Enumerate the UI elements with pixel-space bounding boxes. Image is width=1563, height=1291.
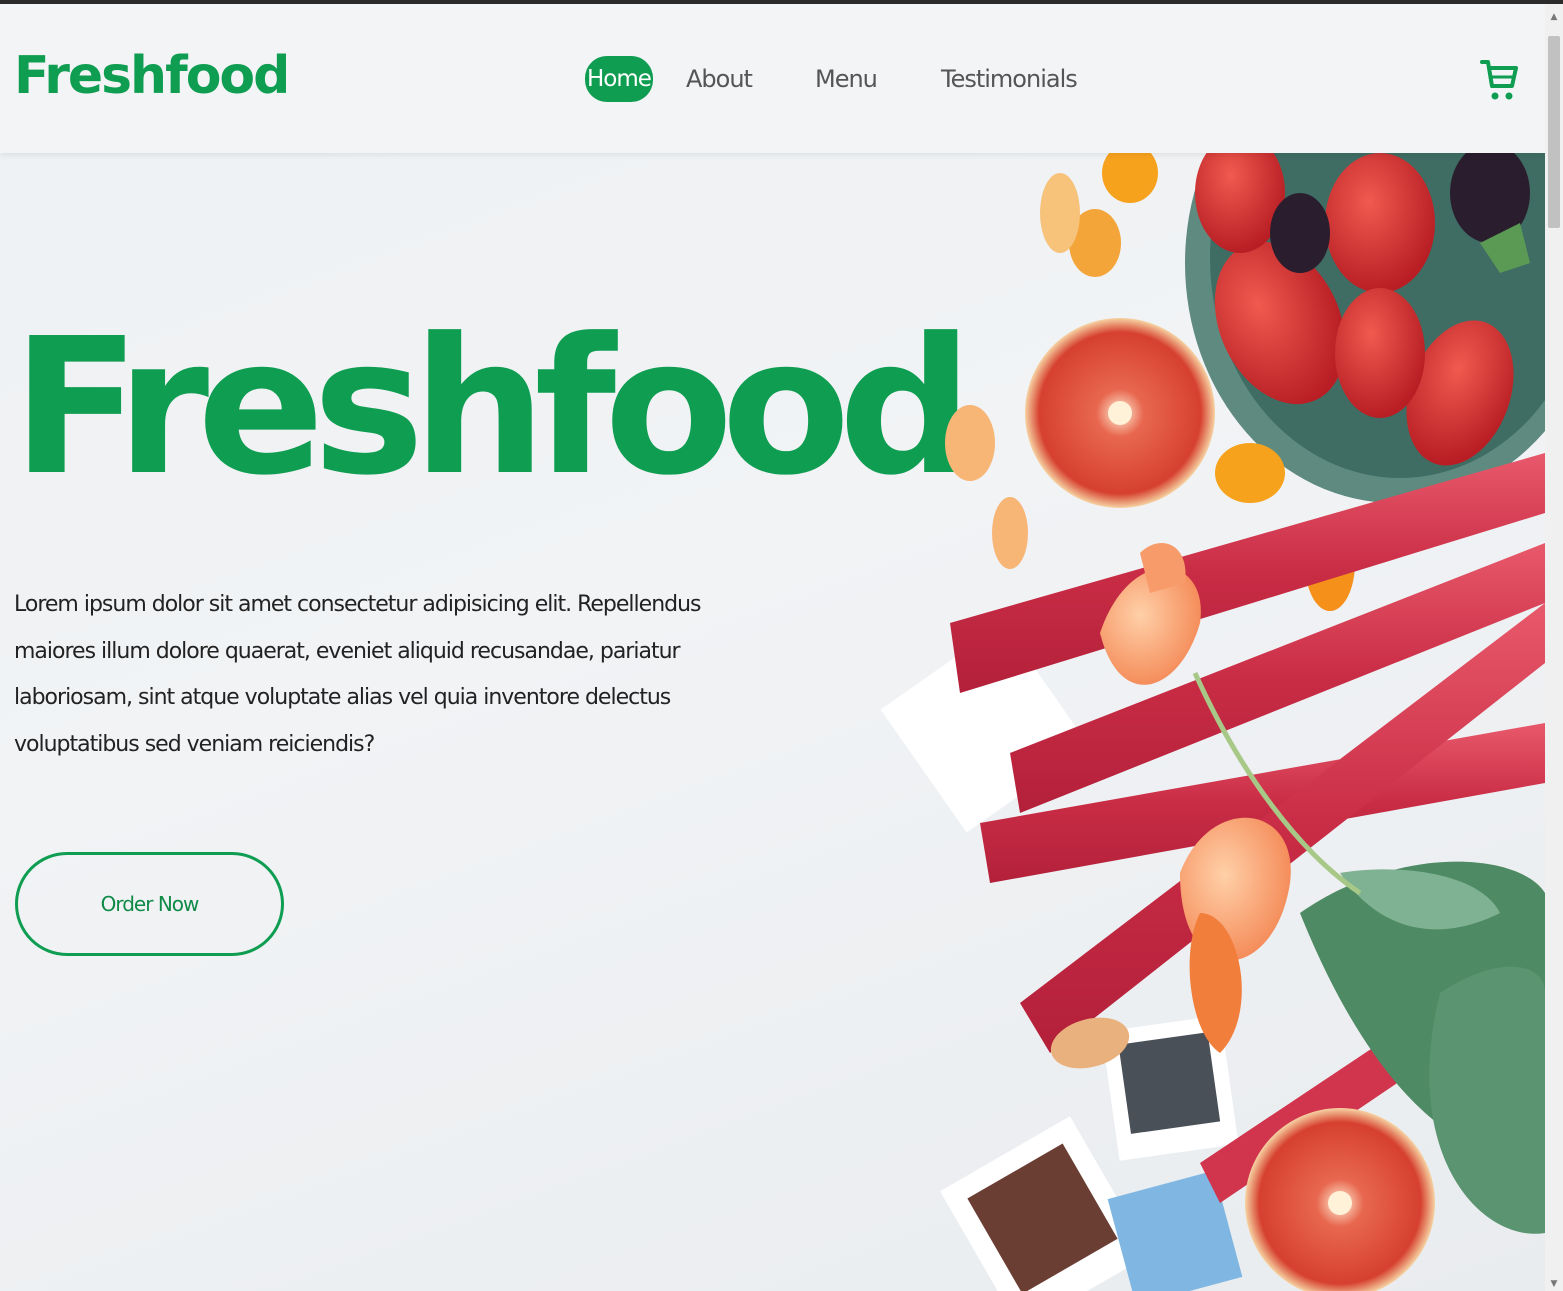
site-logo[interactable]: Freshfood bbox=[14, 46, 290, 106]
hero-title: Freshfood bbox=[12, 298, 973, 517]
scroll-down-arrow-icon[interactable]: ▼ bbox=[1549, 1279, 1559, 1289]
hero-food-image bbox=[880, 23, 1545, 1291]
nav-about[interactable]: About bbox=[686, 56, 753, 102]
scroll-thumb[interactable] bbox=[1548, 36, 1560, 228]
hero-description: Lorem ipsum dolor sit amet consectetur a… bbox=[14, 592, 702, 757]
page: Freshfood Home About Menu Testimonials F… bbox=[0, 4, 1545, 1291]
nav-testimonials[interactable]: Testimonials bbox=[941, 56, 1078, 102]
vertical-scrollbar[interactable]: ▲ ▼ bbox=[1545, 4, 1563, 1291]
shopping-cart-icon[interactable] bbox=[1478, 56, 1518, 104]
scroll-up-arrow-icon[interactable]: ▲ bbox=[1549, 12, 1559, 22]
site-header: Freshfood Home About Menu Testimonials bbox=[0, 4, 1545, 153]
nav-menu[interactable]: Menu bbox=[815, 56, 878, 102]
nav-home[interactable]: Home bbox=[585, 56, 653, 102]
order-now-button[interactable]: Order Now bbox=[15, 852, 284, 956]
